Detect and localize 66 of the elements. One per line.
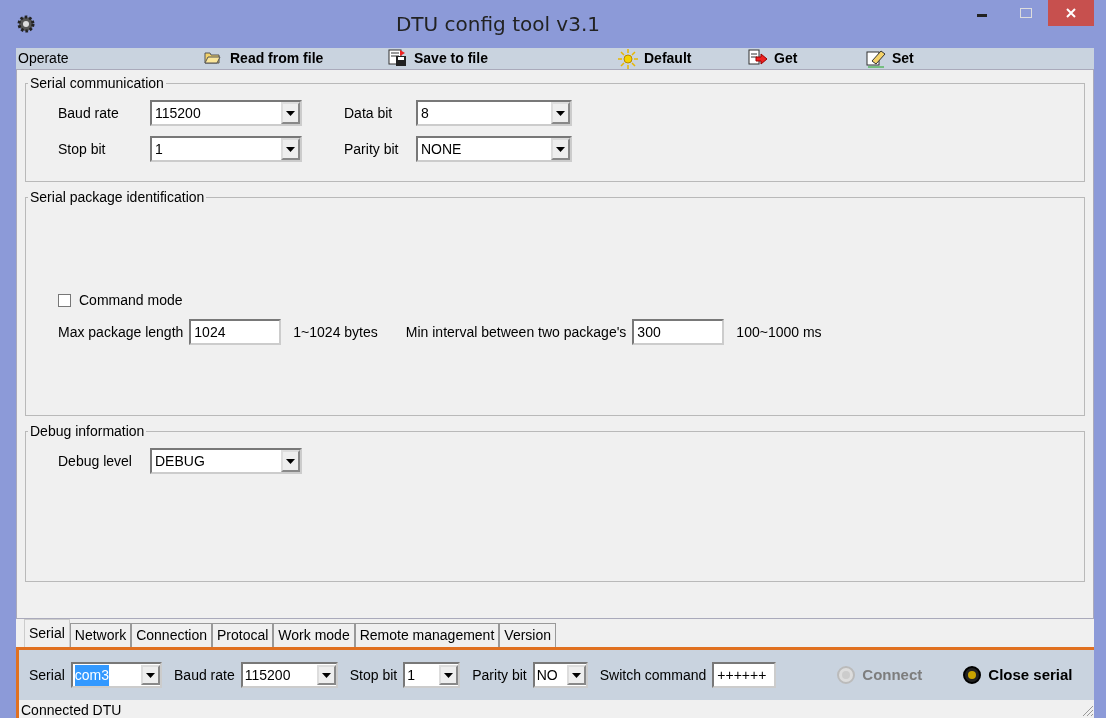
dropdown-arrow-icon (286, 146, 295, 152)
pen-icon (866, 48, 886, 69)
toolbar-button[interactable]: Read from file (204, 48, 388, 69)
radio-icon (962, 665, 983, 685)
dropdown-arrow-icon (556, 146, 565, 152)
button: Connect (836, 663, 923, 687)
toolbar-label: Operate (17, 49, 70, 68)
dropdown-arrow-icon (286, 110, 295, 116)
dropdown-arrow-icon (571, 672, 581, 678)
toolbar-button[interactable]: Set (866, 48, 914, 69)
tab[interactable]: Connection (131, 623, 212, 647)
button[interactable]: Close serial (962, 663, 1073, 687)
section-title: Serial package identification (29, 190, 206, 204)
field-label: Baud rate (58, 103, 120, 123)
hint-text: 1~1024 bytes (293, 322, 378, 342)
dropdown[interactable]: NONE (416, 136, 572, 162)
field-label: Data bit (344, 103, 394, 123)
tab[interactable]: Remote management (354, 623, 500, 647)
floppy-disk-icon (388, 48, 408, 69)
dropdown-arrow-icon (444, 672, 454, 678)
close-button[interactable] (1048, 0, 1094, 26)
dropdown[interactable]: DEBUG (150, 448, 302, 474)
dropdown[interactable]: 1 (150, 136, 302, 162)
field-label: Min interval between two package's (405, 322, 627, 342)
maximize-icon (1020, 8, 1032, 18)
field-label: Max package length (58, 322, 184, 342)
dropdown[interactable]: NO (532, 662, 588, 688)
tab[interactable]: Network (69, 623, 132, 647)
field-label: Stop bit (349, 665, 398, 685)
input-field[interactable]: ++++++ (712, 662, 777, 688)
close-icon (1066, 8, 1076, 18)
sun-icon (618, 48, 638, 69)
radio-icon (836, 665, 857, 685)
input-field[interactable]: 1024 (189, 319, 282, 345)
dropdown-arrow-icon (146, 672, 156, 678)
dropdown[interactable]: 115200 (240, 662, 338, 688)
dropdown-arrow-icon (286, 458, 295, 464)
section-title: Debug information (29, 424, 146, 438)
tab[interactable]: Version (499, 623, 556, 647)
gear-icon (16, 14, 36, 34)
field-label: Parity bit (344, 139, 400, 159)
hint-text: 100~1000 ms (736, 322, 822, 342)
dropdown-arrow-icon (321, 672, 331, 678)
field-label: Switch command (599, 665, 707, 685)
tab[interactable]: Serial (24, 619, 70, 647)
field-label: Debug level (58, 451, 133, 471)
dropdown[interactable]: 115200 (150, 100, 302, 126)
checkbox[interactable] (58, 294, 71, 307)
section-title: Serial communication (29, 76, 165, 90)
field-label: Serial (29, 665, 65, 685)
input-field[interactable]: 300 (632, 319, 725, 345)
window-title: DTU config tool v3.1 (394, 11, 601, 38)
status-text: Connected DTU (21, 701, 122, 718)
dropdown[interactable]: 1 (403, 662, 461, 688)
toolbar-button[interactable]: Default (618, 48, 748, 69)
dropdown-arrow-icon (556, 110, 565, 116)
field-label: Parity bit (472, 665, 527, 685)
checkbox-label: Command mode (79, 291, 183, 310)
toolbar-button[interactable]: Save to file (388, 48, 618, 69)
field-label: Baud rate (174, 665, 235, 685)
resize-grip-icon (1082, 704, 1094, 717)
toolbar-button[interactable]: Get (748, 48, 866, 69)
dropdown[interactable]: 8 (416, 100, 572, 126)
field-label: Stop bit (58, 139, 107, 159)
tab[interactable]: Work mode (273, 623, 355, 647)
tab[interactable]: Protocal (212, 623, 274, 647)
